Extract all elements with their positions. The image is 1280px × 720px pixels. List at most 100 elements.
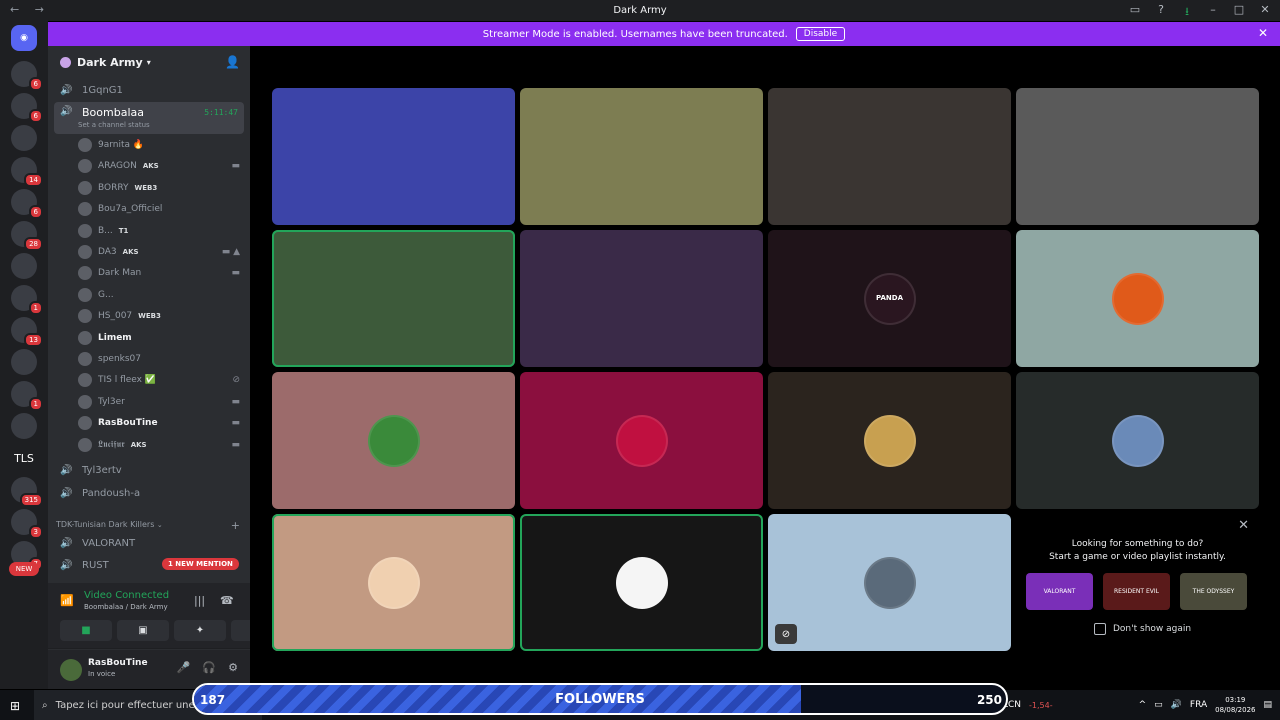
server-icon[interactable] [11, 253, 37, 279]
voice-channel-rust[interactable]: 🔊 RUST 1 NEW MENTION [54, 555, 244, 575]
video-tile[interactable] [520, 372, 763, 509]
server-icon[interactable]: 6 [11, 61, 43, 91]
headphones-icon[interactable]: 🎧 [202, 661, 216, 674]
signal-icon[interactable]: 📶 [60, 594, 74, 607]
avatar[interactable] [60, 659, 82, 681]
channel-status[interactable]: Set a channel status [78, 121, 150, 129]
voice-participant[interactable]: G... [78, 285, 244, 305]
volume-icon[interactable]: 🔊 [1171, 700, 1182, 710]
window-title: Dark Army [613, 5, 667, 16]
microphone-icon[interactable]: 🎤 [177, 661, 191, 674]
server-icon[interactable]: 1 [11, 285, 43, 315]
server-icon[interactable] [11, 349, 37, 375]
discord-home-icon[interactable]: ◉ [11, 25, 37, 51]
voice-participant[interactable]: DA3 AKS ▬ ▲ [78, 242, 244, 262]
server-icon[interactable] [11, 413, 37, 439]
clock[interactable]: 03:19 08/08/2026 [1215, 695, 1255, 715]
dont-show-again[interactable]: Don't show again [1094, 623, 1191, 635]
avatar [78, 159, 92, 174]
clan-tag: WEB3 [134, 183, 158, 192]
inbox-icon[interactable]: ▭ [1128, 3, 1142, 22]
windows-start-icon[interactable]: ⊞ [10, 699, 20, 713]
server-icon[interactable]: 14 [11, 157, 43, 187]
voice-participant[interactable]: HS_007 WEB3 [78, 306, 244, 326]
video-tile[interactable] [520, 88, 763, 225]
minimize-icon[interactable]: – [1206, 3, 1220, 22]
category-header[interactable]: TDK-Tunisian Dark Killers ⌄ + [56, 519, 246, 532]
voice-participant[interactable]: Tyl3er ▬ [78, 392, 244, 412]
help-icon[interactable]: ? [1154, 3, 1168, 22]
video-tile[interactable]: PANDA [768, 230, 1011, 367]
tray-chevron-icon[interactable]: ^ [1139, 700, 1147, 710]
server-icon[interactable]: 3 [11, 509, 43, 539]
participant-avatar [615, 414, 668, 467]
avatar [78, 202, 92, 217]
new-servers-pill[interactable]: NEW [9, 562, 39, 576]
voice-channel-valorant[interactable]: 🔊 VALORANT [54, 533, 244, 553]
add-channel-icon[interactable]: + [231, 519, 240, 532]
server-icon[interactable]: 13 [11, 317, 43, 347]
server-icon[interactable] [11, 125, 37, 151]
maximize-icon[interactable]: □ [1232, 3, 1246, 22]
guild-header[interactable]: Dark Army ▾ 👤 [48, 46, 250, 78]
server-icon[interactable]: 6 [11, 93, 43, 123]
close-icon[interactable]: ✕ [1238, 518, 1249, 533]
server-icon[interactable]: TLS [11, 445, 37, 471]
disable-button[interactable]: Disable [795, 27, 846, 41]
voice-channel-pandoush[interactable]: 🔊 Pandoush-a [54, 483, 244, 503]
voice-participant[interactable]: BORRY WEB3 [78, 178, 244, 198]
video-tile[interactable] [272, 88, 515, 225]
download-icon[interactable]: ⭳ [1180, 3, 1194, 22]
server-icon[interactable]: 1 [11, 381, 43, 411]
voice-channel-1gqng1[interactable]: 🔊 1GqnG1 [54, 80, 244, 100]
network-icon[interactable]: ▭ [1154, 700, 1163, 710]
video-tile[interactable] [272, 230, 515, 367]
voice-channel-tyl3ertv[interactable]: 🔊 Tyl3ertv [54, 460, 244, 480]
voice-participant[interactable]: spenks07 [78, 349, 244, 369]
unread-badge: 6 [28, 109, 43, 123]
noise-suppression-icon[interactable]: ||| [194, 594, 205, 607]
game-thumb-valorant[interactable]: VALORANT [1026, 573, 1093, 610]
voice-participant[interactable]: Limem [78, 328, 244, 348]
server-icon[interactable]: 315 [11, 477, 43, 507]
disconnect-icon[interactable]: ☎ [220, 594, 234, 607]
voice-participant[interactable]: TIS l fleex ✅ ⊘ [78, 370, 244, 390]
video-tile[interactable] [768, 372, 1011, 509]
activity-suggestion: ✕ Looking for something to do? Start a g… [1016, 514, 1259, 651]
activities-button[interactable]: ✦ [174, 620, 226, 641]
video-tile[interactable] [768, 88, 1011, 225]
new-mention-badge[interactable]: 1 NEW MENTION [162, 558, 239, 570]
title-bar: ← → Dark Army ▭ ? ⭳ – □ ✕ [0, 0, 1280, 21]
video-tile[interactable] [272, 372, 515, 509]
participant-name: ARAGON [98, 161, 137, 172]
voice-participant[interactable]: RasBouTine ▬ [78, 413, 244, 433]
camera-button[interactable]: ■ [60, 620, 112, 641]
add-member-icon[interactable]: 👤 [225, 55, 240, 69]
voice-channel-boombalaa[interactable]: 🔊 Boombalaa 5:11:47 Set a channel status [54, 102, 244, 134]
language-indicator[interactable]: FRA [1190, 700, 1207, 710]
settings-gear-icon[interactable]: ⚙ [228, 661, 238, 674]
voice-participant[interactable]: Bou7a_Officiel [78, 199, 244, 219]
voice-participant[interactable]: 9arnita 🔥 [78, 135, 244, 155]
screen-share-button[interactable]: ▣ [117, 620, 169, 641]
voice-participant[interactable]: Dark Man ▬ [78, 263, 244, 283]
video-tile[interactable] [1016, 88, 1259, 225]
video-tile[interactable] [1016, 372, 1259, 509]
voice-participant[interactable]: B... T1 [78, 221, 244, 241]
clan-tag: T1 [118, 226, 129, 235]
close-icon[interactable]: ✕ [1258, 3, 1272, 22]
video-tile[interactable]: ⊘ [768, 514, 1011, 651]
server-icon[interactable]: 28 [11, 221, 43, 251]
video-tile[interactable] [272, 514, 515, 651]
video-tile[interactable] [520, 514, 763, 651]
close-banner-icon[interactable]: ✕ [1258, 26, 1268, 40]
voice-participant[interactable]: 𝕷𝖚𝖈𝖎𝖋𝖚𝖗 AKS ▬ [78, 435, 244, 455]
game-thumb-resident-evil[interactable]: RESIDENT EVIL [1103, 573, 1170, 610]
voice-participant[interactable]: ARAGON AKS ▬ [78, 156, 244, 176]
notifications-icon[interactable]: ▤ [1263, 700, 1272, 710]
game-thumb-the-odyssey[interactable]: THE ODYSSEY [1180, 573, 1247, 610]
video-tile[interactable] [520, 230, 763, 367]
checkbox[interactable] [1094, 623, 1106, 635]
server-icon[interactable]: 6 [11, 189, 43, 219]
video-tile[interactable] [1016, 230, 1259, 367]
